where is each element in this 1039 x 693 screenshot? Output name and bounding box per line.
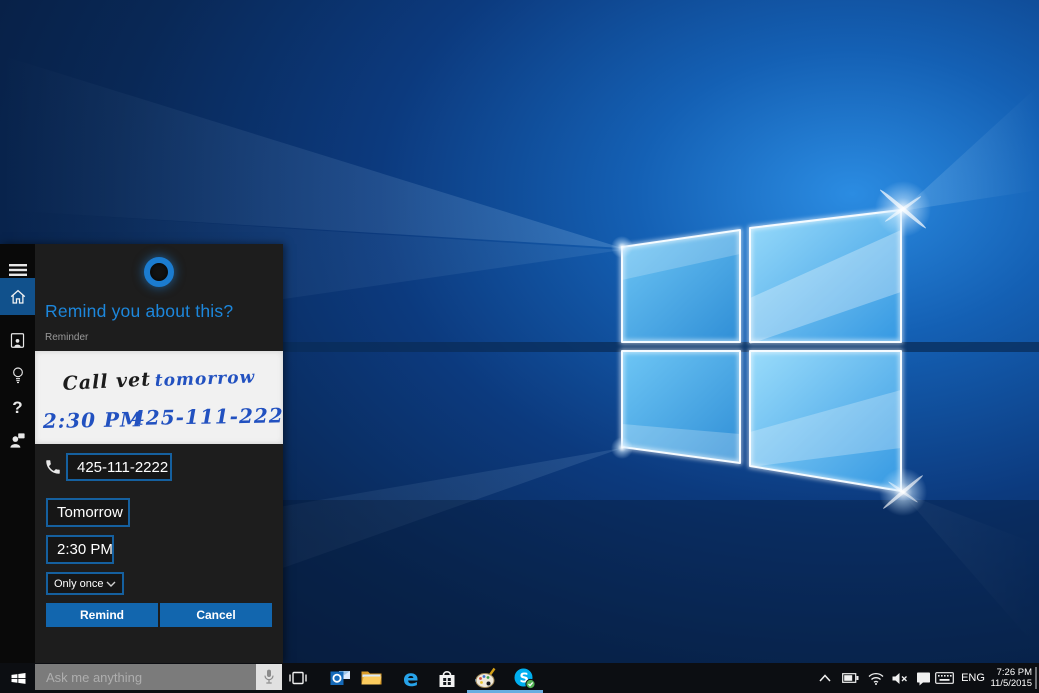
- cortana-sidebar: ?: [0, 244, 35, 663]
- date-field[interactable]: Tomorrow: [46, 498, 130, 527]
- tray-date: 11/5/2015: [990, 678, 1032, 689]
- handwritten-note-preview: Call vet tomorrow 2:30 PM 425-111-2222: [35, 351, 283, 444]
- tray-volume-button[interactable]: [890, 668, 910, 688]
- show-desktop-button[interactable]: [1035, 667, 1037, 689]
- note-written-phone: 425-111-2222: [131, 403, 283, 430]
- svg-text:e: e: [403, 666, 419, 690]
- recurrence-value: Only once: [54, 578, 106, 590]
- taskbar-app-edge[interactable]: e: [400, 666, 424, 690]
- file-explorer-icon: [361, 669, 382, 687]
- note-text-black: Call vet: [62, 368, 151, 395]
- tray-action-center-button[interactable]: [913, 668, 933, 688]
- cortana-logo-icon: [144, 257, 174, 287]
- store-icon: [437, 668, 457, 689]
- hamburger-icon: [9, 263, 27, 277]
- sidebar-item-feedback[interactable]: [0, 425, 35, 455]
- tray-time: 7:26 PM: [997, 667, 1032, 678]
- desktop: ? Remind you about this? Reminder Call v…: [0, 0, 1039, 693]
- tray-keyboard-button[interactable]: [934, 668, 954, 688]
- reminder-category-label: Reminder: [45, 332, 88, 343]
- time-field[interactable]: 2:30 PM: [46, 535, 114, 564]
- sidebar-item-notebook[interactable]: [0, 325, 35, 355]
- chevron-up-icon: [819, 674, 831, 682]
- taskbar-app-outlook[interactable]: [328, 666, 352, 690]
- feedback-person-icon: [9, 432, 26, 449]
- note-text-blue: tomorrow: [154, 367, 255, 391]
- handwriting: Call vet tomorrow 2:30 PM 425-111-2222: [35, 351, 283, 444]
- tray-language-button[interactable]: ENG: [959, 663, 987, 693]
- microphone-icon: [263, 669, 275, 685]
- volume-muted-icon: [892, 672, 908, 685]
- taskbar: e: [0, 663, 1039, 693]
- action-center-icon: [916, 671, 931, 686]
- sidebar-item-home[interactable]: [0, 278, 35, 315]
- notebook-icon: [9, 332, 26, 349]
- microphone-button[interactable]: [256, 664, 282, 690]
- start-button[interactable]: [6, 666, 30, 690]
- tray-battery-button[interactable]: [840, 668, 860, 688]
- lightbulb-icon: [10, 366, 26, 384]
- home-icon: [9, 288, 27, 306]
- cancel-button[interactable]: Cancel: [160, 603, 272, 627]
- task-view-icon: [289, 671, 307, 685]
- phone-icon: [44, 458, 62, 476]
- task-view-button[interactable]: [286, 666, 310, 690]
- chevron-down-icon: [106, 581, 116, 587]
- cortana-panel: ? Remind you about this? Reminder Call v…: [0, 244, 283, 663]
- taskbar-app-skype[interactable]: S: [512, 666, 536, 690]
- cortana-main: Remind you about this? Reminder Call vet…: [35, 244, 283, 663]
- remind-button[interactable]: Remind: [46, 603, 158, 627]
- taskbar-app-paint[interactable]: [474, 666, 498, 690]
- phone-number-field[interactable]: 425-111-2222: [66, 453, 172, 481]
- recurrence-dropdown[interactable]: Only once: [46, 572, 124, 595]
- search-input[interactable]: [35, 664, 256, 690]
- help-icon: ?: [12, 398, 22, 418]
- tray-clock-button[interactable]: 7:26 PM 11/5/2015: [988, 663, 1032, 693]
- sidebar-item-ideas[interactable]: [0, 360, 35, 390]
- sidebar-item-help[interactable]: ?: [0, 393, 35, 423]
- keyboard-icon: [935, 672, 954, 684]
- cortana-search-box: [35, 664, 282, 690]
- edge-icon: e: [400, 666, 424, 690]
- taskbar-app-file-explorer[interactable]: [359, 666, 383, 690]
- reminder-title: Remind you about this?: [45, 301, 233, 322]
- skype-icon: S: [513, 667, 536, 690]
- outlook-icon: [330, 668, 351, 688]
- wifi-icon: [868, 672, 884, 685]
- paint-icon: [475, 667, 497, 689]
- note-written-time: 2:30 PM: [42, 407, 144, 433]
- tray-show-hidden-button[interactable]: [815, 668, 835, 688]
- taskbar-app-store[interactable]: [435, 666, 459, 690]
- battery-icon: [842, 673, 859, 683]
- windows-logo-icon: [10, 670, 27, 687]
- tray-wifi-button[interactable]: [866, 668, 886, 688]
